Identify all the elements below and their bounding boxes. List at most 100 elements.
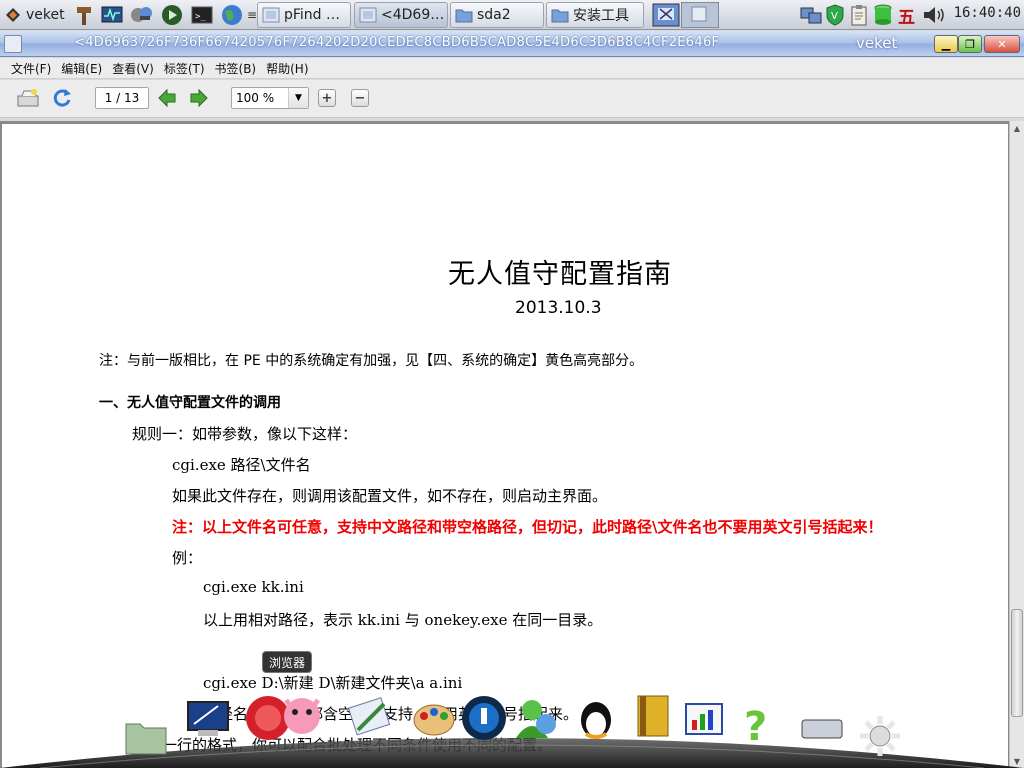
document-page: 无人值守配置指南 2013.10.3 注：与前一版相比，在 PE 中的系统确定有… (2, 124, 1008, 768)
description-2: 以上用相对路径，表示 kk.ini 与 onekey.exe 在同一目录。 (203, 611, 603, 629)
next-page-button[interactable] (187, 87, 211, 109)
text-editor-icon[interactable] (346, 692, 394, 740)
arrow-left-icon (158, 88, 176, 108)
document-viewport[interactable]: 无人值守配置指南 2013.10.3 注：与前一版相比，在 PE 中的系统确定有… (0, 121, 1024, 768)
zoom-out-icon: − (354, 90, 366, 106)
menu-view[interactable]: 查看(V) (107, 60, 159, 77)
section-heading: 一、无人值守配置文件的调用 (99, 395, 281, 411)
security-shield-icon[interactable]: V (825, 3, 845, 27)
document-note: 注：与前一版相比，在 PE 中的系统确定有加强，见【四、系统的确定】黄色高亮部分… (99, 353, 644, 369)
zoom-in-button[interactable]: + (318, 89, 336, 107)
minimize-button[interactable]: ▁ (934, 35, 958, 53)
input-method-indicator[interactable]: 五 (898, 3, 915, 28)
document-date: 2013.10.3 (515, 298, 602, 318)
chevron-down-icon[interactable]: ▼ (288, 88, 308, 108)
example-label: 例： (172, 549, 203, 567)
vertical-scrollbar[interactable]: ▲ ▼ (1009, 121, 1024, 768)
maximize-button[interactable]: ❐ (958, 35, 982, 53)
task-button-label: sda2 (477, 7, 511, 23)
open-file-button[interactable] (16, 87, 40, 109)
reload-button[interactable] (50, 87, 74, 109)
window-app-icon[interactable] (4, 35, 22, 53)
menu-tabs[interactable]: 标签(T) (159, 60, 210, 77)
document-title: 无人值守配置指南 (448, 259, 672, 290)
start-menu-label: veket (26, 7, 65, 23)
paint-palette-icon[interactable] (410, 694, 458, 742)
svg-text:?: ? (744, 704, 767, 748)
media-player-icon[interactable] (161, 3, 183, 27)
minimize-icon: ▁ (941, 37, 951, 51)
start-menu[interactable]: veket (4, 3, 65, 27)
window-icon (262, 7, 280, 23)
zoom-value: 100 % (236, 91, 275, 105)
hammer-launcher-icon[interactable] (73, 3, 95, 27)
pink-mascot-icon[interactable] (278, 690, 326, 738)
description-1: 如果此文件存在，则调用该配置文件，如不存在，则启动主界面。 (172, 487, 608, 505)
svg-text:>_: >_ (195, 12, 206, 22)
drive-icon[interactable] (798, 714, 846, 762)
contacts-icon[interactable] (512, 694, 560, 742)
file-manager-folder-icon[interactable] (122, 712, 170, 760)
menu-help[interactable]: 帮助(H) (261, 60, 313, 77)
task-button-sda2[interactable]: sda2 (450, 2, 544, 28)
menu-bookmarks[interactable]: 书签(B) (210, 60, 262, 77)
scroll-up-arrow-icon[interactable]: ▲ (1010, 121, 1024, 135)
input-method-label: 五 (898, 7, 915, 28)
help-question-icon[interactable]: ? (736, 700, 784, 748)
task-button-label: <4D69… (381, 7, 445, 23)
menu-bar: 文件(F) 编辑(E) 查看(V) 标签(T) 书签(B) 帮助(H) (0, 58, 1024, 79)
settings-gear-icon[interactable] (856, 712, 904, 760)
window-title: <4D6963726F736F667420576F7264202D20CEDEC… (74, 35, 720, 50)
reload-icon (53, 89, 71, 107)
task-button-pfind[interactable]: pFind … (257, 2, 351, 28)
restore-icon: ❐ (965, 37, 975, 51)
zoom-select[interactable]: 100 % ▼ (231, 87, 309, 109)
toolbar (0, 80, 1024, 118)
rule-one: 规则一：如带参数，像以下这样： (132, 425, 358, 443)
browser-globe-icon[interactable] (221, 3, 243, 27)
dock: ? (0, 690, 1024, 768)
zoom-in-icon: + (321, 90, 333, 106)
folder-icon (551, 9, 569, 23)
office-chart-icon[interactable] (680, 696, 728, 744)
veket-logo-icon (6, 8, 20, 22)
previous-page-button[interactable] (155, 87, 179, 109)
dock-tooltip: 浏览器 (262, 651, 313, 673)
notebook-icon[interactable] (630, 692, 678, 740)
command-line-1: cgi.exe 路径\文件名 (172, 456, 311, 474)
clipboard-icon[interactable] (850, 3, 868, 27)
folder-icon (455, 9, 473, 23)
desktop-pager-1[interactable] (652, 3, 680, 27)
zoom-out-button[interactable]: − (351, 89, 369, 107)
music-player-icon[interactable] (460, 694, 508, 742)
system-monitor-icon[interactable] (101, 3, 123, 27)
volume-icon[interactable] (922, 3, 946, 27)
command-line-2: cgi.exe kk.ini (203, 578, 304, 596)
desktop-monitor-icon[interactable] (184, 696, 232, 744)
qq-penguin-icon[interactable] (572, 694, 620, 742)
window-manager-name: veket (856, 34, 898, 52)
window-icon (359, 7, 377, 23)
task-button-install-tools[interactable]: 安装工具 (546, 2, 644, 28)
svg-text:V: V (831, 11, 838, 22)
task-button-label: pFind … (284, 7, 341, 23)
clock[interactable]: 16:40:40 (954, 5, 1021, 21)
task-button-pdf[interactable]: <4D69… (354, 2, 448, 28)
network-status-icon[interactable] (800, 3, 822, 27)
desktop-pager-2[interactable] (681, 2, 719, 28)
menu-edit[interactable]: 编辑(E) (56, 60, 107, 77)
arrow-right-icon (190, 88, 208, 108)
disk-usage-icon[interactable] (874, 3, 892, 27)
task-button-label: 安装工具 (573, 8, 629, 24)
warning-note: 注：以上文件名可任意，支持中文路径和带空格路径，但切记，此时路径\文件名也不要用… (172, 518, 883, 536)
close-button[interactable]: ✕ (984, 35, 1020, 53)
network-tools-icon[interactable] (130, 3, 154, 27)
top-taskbar: veket >_ ≡ pFind … <4D69… sda2 安装工具 V 五 … (0, 0, 1024, 30)
terminal-icon[interactable]: >_ (191, 3, 213, 27)
menu-file[interactable]: 文件(F) (6, 60, 56, 77)
page-number-input[interactable] (95, 87, 149, 109)
close-icon: ✕ (997, 37, 1007, 51)
open-file-icon (17, 89, 39, 107)
taskbar-overflow-icon[interactable]: ≡ (247, 3, 257, 27)
window-titlebar[interactable]: <4D6963726F736F667420576F7264202D20CEDEC… (0, 31, 1024, 57)
